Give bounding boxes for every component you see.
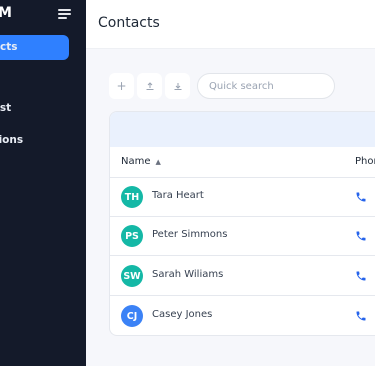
table-row[interactable]: CJ Casey Jones [110, 297, 375, 335]
table-header: Name ▲︎ Phor [110, 147, 375, 178]
name-column-header[interactable]: Name ▲︎ [121, 156, 161, 167]
phone-column-header: Phor [355, 156, 375, 167]
phone-icon[interactable] [355, 191, 367, 203]
page-title: Contacts [98, 15, 160, 31]
search-input[interactable] [197, 73, 335, 99]
download-icon [174, 83, 181, 90]
page-header: Contacts [86, 0, 375, 49]
upload-button[interactable] [137, 73, 162, 99]
table-row[interactable]: PS Peter Simmons [110, 217, 375, 256]
contacts-table: Name ▲︎ Phor TH Tara Heart PS Peter Simmo… [109, 111, 375, 336]
upload-icon [146, 82, 153, 90]
avatar: CJ [121, 305, 143, 327]
sidebar-item-contacts[interactable]: cts [0, 35, 69, 60]
phone-icon[interactable] [355, 270, 367, 282]
phone-icon[interactable] [355, 230, 367, 242]
menu-toggle-icon[interactable] [58, 9, 71, 19]
contact-name: Tara Heart [152, 190, 204, 201]
plus-icon: + [116, 79, 127, 93]
sidebar-item-broadcast[interactable]: lcast [0, 96, 11, 121]
name-column-label: Name [121, 156, 151, 167]
contact-name: Sarah Wiliams [152, 269, 224, 280]
avatar: TH [121, 186, 143, 208]
add-contact-button[interactable]: + [109, 73, 134, 99]
sidebar: M cts lcast nations [0, 0, 86, 366]
sort-icon[interactable]: ▲︎ [156, 158, 161, 166]
brand-logo: M [0, 5, 12, 21]
table-row[interactable]: SW Sarah Wiliams [110, 257, 375, 296]
phone-icon[interactable] [355, 310, 367, 322]
download-button[interactable] [165, 73, 190, 99]
avatar: SW [121, 265, 143, 287]
avatar: PS [121, 225, 143, 247]
table-row[interactable]: TH Tara Heart [110, 178, 375, 217]
table-banner [110, 112, 375, 147]
contact-name: Peter Simmons [152, 229, 228, 240]
contact-name: Casey Jones [152, 309, 213, 320]
sidebar-item-automations[interactable]: nations [0, 128, 23, 153]
